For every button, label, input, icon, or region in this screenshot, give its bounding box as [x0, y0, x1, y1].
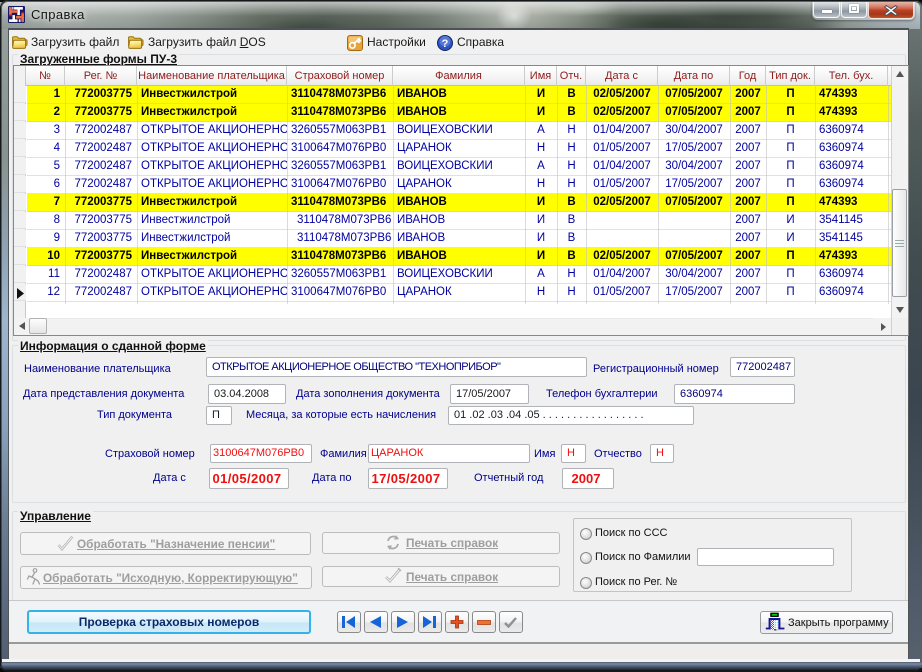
svg-text:?: ?: [442, 38, 449, 50]
